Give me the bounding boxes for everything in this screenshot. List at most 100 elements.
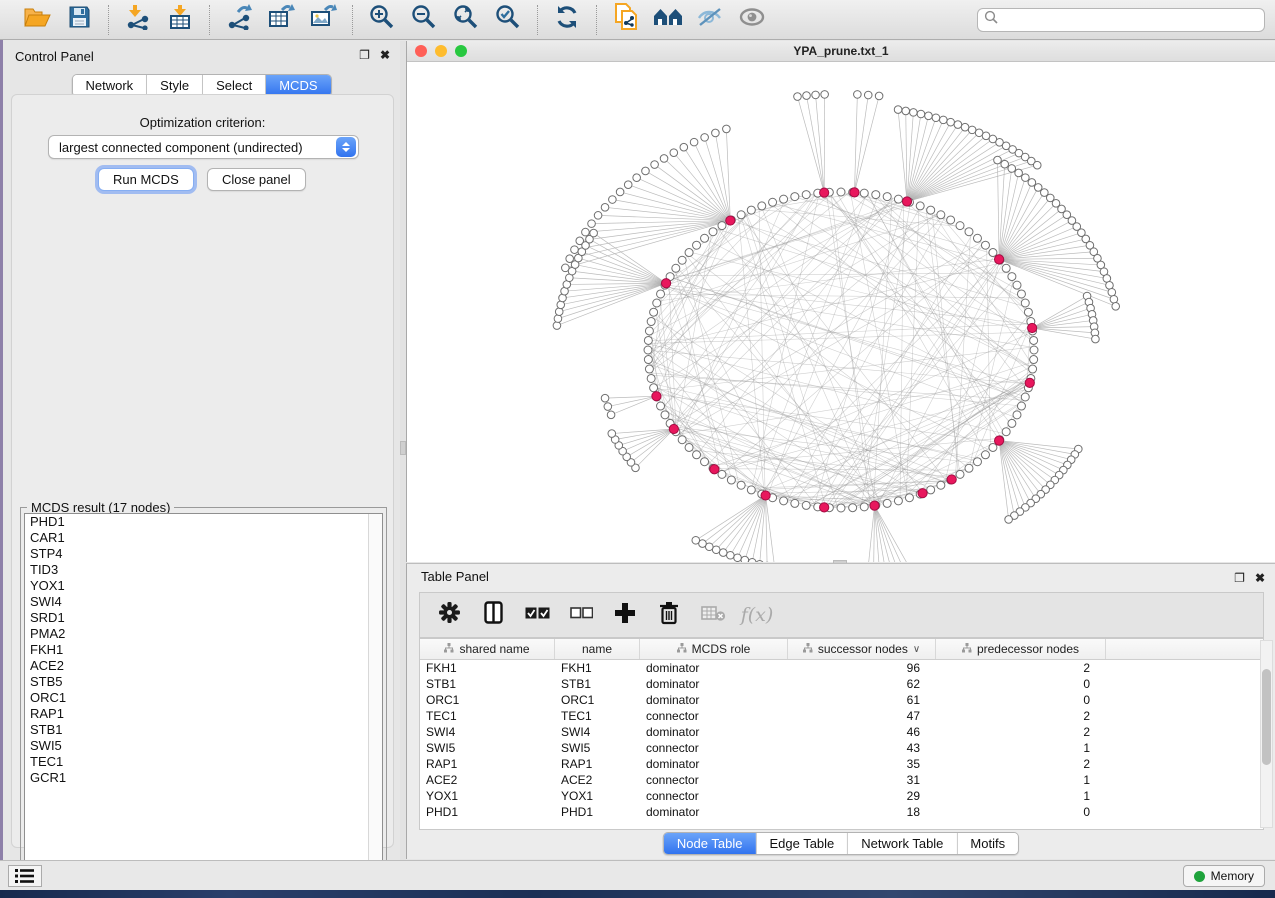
network-node[interactable] [690, 138, 698, 146]
refresh-button[interactable] [550, 5, 584, 35]
network-node[interactable] [883, 193, 891, 201]
table-row[interactable]: SWI5SWI5connector431 [420, 740, 1263, 756]
network-node[interactable] [645, 365, 653, 373]
network-node[interactable] [644, 336, 652, 344]
mcds-hub-node[interactable] [994, 436, 1003, 445]
mcds-result-item[interactable]: STB1 [25, 722, 382, 738]
mcds-hub-node[interactable] [850, 188, 859, 197]
network-node[interactable] [1002, 428, 1010, 436]
import-table-button[interactable] [163, 5, 197, 35]
network-node[interactable] [956, 222, 964, 230]
network-node[interactable] [734, 554, 742, 562]
mcds-hub-node[interactable] [661, 279, 670, 288]
deselect-all-button[interactable] [566, 600, 596, 630]
network-node[interactable] [860, 189, 868, 197]
zoom-selected-button[interactable] [491, 5, 525, 35]
mcds-result-item[interactable]: SWI4 [25, 594, 382, 610]
network-node[interactable] [937, 211, 945, 219]
column-header-shared-name[interactable]: shared name [420, 639, 555, 659]
mcds-result-item[interactable]: SWI5 [25, 738, 382, 754]
network-node[interactable] [554, 315, 562, 323]
mcds-hub-node[interactable] [710, 465, 719, 474]
network-node[interactable] [624, 181, 632, 189]
table-row[interactable]: FKH1FKH1dominator962 [420, 660, 1263, 676]
network-node[interactable] [609, 196, 617, 204]
network-node[interactable] [794, 93, 802, 101]
network-node[interactable] [849, 504, 857, 512]
network-node[interactable] [965, 228, 973, 236]
table-row[interactable]: STB1STB1dominator620 [420, 676, 1263, 692]
network-node[interactable] [644, 346, 652, 354]
mcds-hub-node[interactable] [761, 491, 770, 500]
export-table-button[interactable] [264, 5, 298, 35]
network-node[interactable] [973, 458, 981, 466]
first-neighbors-button[interactable] [651, 5, 685, 35]
node-table[interactable]: shared namenameMCDS rolesuccessor nodes∨… [419, 638, 1264, 830]
network-node[interactable] [1008, 165, 1016, 173]
table-row[interactable]: PHD1PHD1dominator180 [420, 804, 1263, 820]
network-window-titlebar[interactable]: YPA_prune.txt_1 [407, 41, 1275, 62]
network-node[interactable] [937, 481, 945, 489]
mcds-hub-node[interactable] [870, 501, 879, 510]
network-node[interactable] [910, 109, 918, 117]
network-node[interactable] [1005, 516, 1013, 524]
network-node[interactable] [693, 451, 701, 459]
network-node[interactable] [965, 464, 973, 472]
network-node[interactable] [872, 191, 880, 199]
mcds-result-item[interactable]: FKH1 [25, 642, 382, 658]
network-node[interactable] [604, 403, 612, 411]
network-node[interactable] [647, 374, 655, 382]
network-node[interactable] [791, 499, 799, 507]
network-node[interactable] [905, 494, 913, 502]
network-node[interactable] [780, 195, 788, 203]
network-node[interactable] [692, 536, 700, 544]
search-box[interactable] [977, 8, 1265, 32]
column-header-name[interactable]: name [555, 639, 640, 659]
network-node[interactable] [758, 202, 766, 210]
network-node[interactable] [737, 211, 745, 219]
network-node[interactable] [1008, 419, 1016, 427]
network-node[interactable] [956, 470, 964, 478]
mcds-hub-node[interactable] [994, 255, 1003, 264]
tab-network[interactable]: Network [72, 75, 147, 96]
network-node[interactable] [723, 125, 731, 133]
network-node[interactable] [718, 222, 726, 230]
mcds-hub-node[interactable] [820, 188, 829, 197]
delete-row-button[interactable] [654, 600, 684, 630]
network-node[interactable] [1112, 302, 1120, 310]
close-icon[interactable]: ✖ [1255, 571, 1265, 585]
network-node[interactable] [657, 290, 665, 298]
mcds-result-item[interactable]: TEC1 [25, 754, 382, 770]
network-node[interactable] [981, 241, 989, 249]
network-node[interactable] [651, 161, 659, 169]
network-node[interactable] [1029, 365, 1037, 373]
network-node[interactable] [927, 206, 935, 214]
tab-edge-table[interactable]: Edge Table [756, 833, 848, 854]
network-node[interactable] [709, 228, 717, 236]
mcds-result-item[interactable]: ACE2 [25, 658, 382, 674]
mcds-result-item[interactable]: PMA2 [25, 626, 382, 642]
network-node[interactable] [961, 123, 969, 131]
tab-node-table[interactable]: Node Table [664, 833, 757, 854]
network-node[interactable] [947, 216, 955, 224]
close-traffic-icon[interactable] [415, 45, 427, 57]
new-network-from-selection-button[interactable] [609, 5, 643, 35]
network-node[interactable] [1028, 179, 1036, 187]
network-node[interactable] [932, 114, 940, 122]
network-node[interactable] [1002, 264, 1010, 272]
network-node[interactable] [555, 308, 563, 316]
mcds-result-item[interactable]: GCR1 [25, 770, 382, 786]
network-node[interactable] [883, 499, 891, 507]
mcds-hub-node[interactable] [1025, 378, 1034, 387]
import-network-button[interactable] [121, 5, 155, 35]
column-header-MCDS-role[interactable]: MCDS role [640, 639, 788, 659]
network-node[interactable] [601, 394, 609, 402]
network-node[interactable] [973, 234, 981, 242]
network-node[interactable] [678, 256, 686, 264]
mcds-hub-node[interactable] [918, 489, 927, 498]
tab-select[interactable]: Select [203, 75, 266, 96]
network-node[interactable] [940, 116, 948, 124]
network-node[interactable] [902, 107, 910, 115]
network-node[interactable] [954, 121, 962, 129]
network-node[interactable] [854, 91, 862, 99]
